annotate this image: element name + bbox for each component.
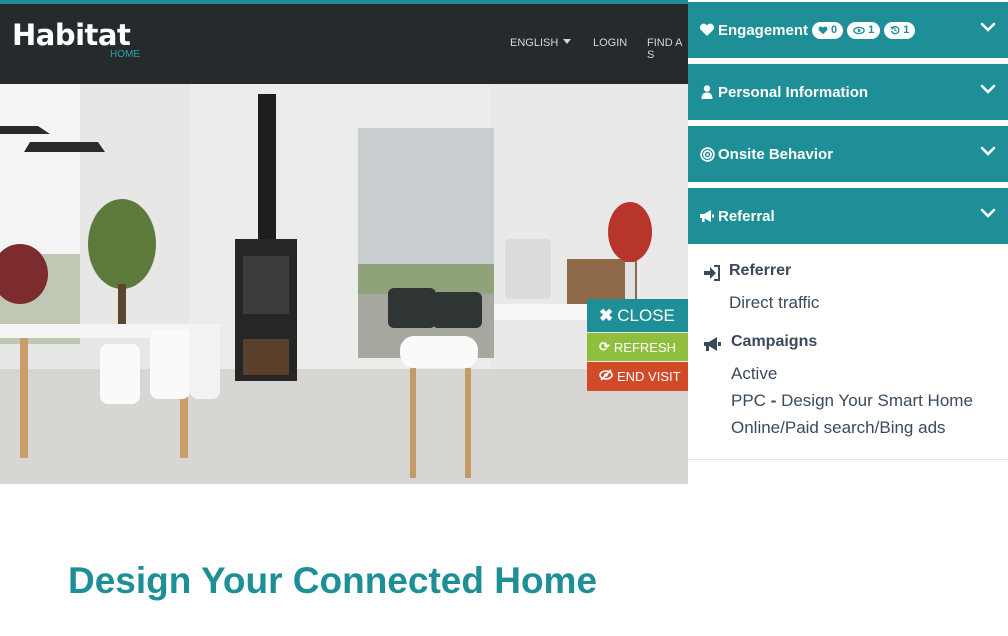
engagement-heart-count: 0	[831, 24, 838, 36]
campaigns-title: Campaigns	[731, 333, 818, 350]
refresh-button[interactable]: ⟳ REFRESH	[587, 333, 688, 361]
campaign-status: Active	[731, 364, 778, 383]
site-logo[interactable]: Habitat	[12, 18, 131, 52]
hero-image	[0, 84, 688, 484]
page-heading: Design Your Connected Home	[68, 560, 598, 601]
site-logo-subtitle: HOME	[110, 49, 140, 60]
megaphone-icon	[704, 337, 721, 351]
accordion-onsite-behavior[interactable]: Onsite Behavior	[688, 126, 1008, 182]
campaign-name: PPC - Design Your Smart Home	[731, 391, 973, 411]
campaign-name-prefix: PPC	[731, 391, 766, 410]
refresh-button-label: REFRESH	[613, 339, 677, 355]
refresh-icon: ⟳	[599, 339, 610, 354]
heart-icon	[698, 23, 716, 37]
referrer-value: Direct traffic	[729, 293, 820, 312]
history-icon	[890, 25, 900, 35]
accordion-personal-information-label: Personal Information	[718, 83, 869, 101]
close-button-label: CLOSE	[617, 305, 675, 325]
chevron-down-icon	[980, 208, 996, 218]
accordion-engagement[interactable]: Engagement 0 1 1	[688, 2, 1008, 58]
eye-icon	[853, 26, 865, 34]
nav-login-link[interactable]: LOGIN	[593, 37, 627, 49]
target-icon	[698, 146, 716, 162]
campaign-name-separator: -	[765, 391, 782, 410]
nav-language-selector[interactable]: ENGLISH	[510, 37, 572, 49]
megaphone-icon	[698, 209, 716, 223]
accordion-referral[interactable]: Referral	[688, 188, 1008, 244]
engagement-view-count: 1	[868, 24, 875, 36]
caret-down-icon	[563, 39, 572, 44]
nav-language-label: ENGLISH	[510, 37, 559, 49]
close-icon: ✖	[599, 305, 614, 325]
engagement-history-count: 1	[903, 24, 910, 36]
engagement-view-badge: 1	[847, 21, 881, 39]
close-button[interactable]: ✖ CLOSE	[587, 299, 688, 332]
eye-slash-icon	[599, 369, 613, 384]
accordion-engagement-label: Engagement	[718, 21, 809, 39]
heart-icon	[818, 26, 828, 34]
person-icon	[698, 85, 716, 99]
campaign-name-text: Design Your Smart Home	[781, 391, 973, 410]
end-visit-button[interactable]: END VISIT	[587, 362, 688, 391]
sign-in-icon	[704, 265, 720, 281]
accordion-onsite-behavior-label: Onsite Behavior	[718, 145, 834, 163]
nav-find-link[interactable]: FIND A S	[647, 37, 688, 61]
accordion-personal-information[interactable]: Personal Information	[688, 64, 1008, 120]
chevron-down-icon	[980, 22, 996, 32]
chevron-down-icon	[980, 146, 996, 156]
chevron-down-icon	[980, 84, 996, 94]
kitchen-interior-photo	[0, 84, 688, 484]
site-header: Habitat HOME ENGLISH LOGIN FIND A S	[0, 4, 688, 84]
visitor-panel: Engagement 0 1 1 Personal Information On…	[688, 0, 1008, 460]
accordion-referral-label: Referral	[718, 207, 775, 225]
end-visit-button-label: END VISIT	[617, 369, 681, 384]
referrer-title: Referrer	[729, 262, 792, 279]
campaign-channel: Online/Paid search/Bing ads	[731, 418, 946, 437]
engagement-heart-badge: 0	[812, 21, 844, 39]
engagement-history-badge: 1	[884, 21, 916, 39]
